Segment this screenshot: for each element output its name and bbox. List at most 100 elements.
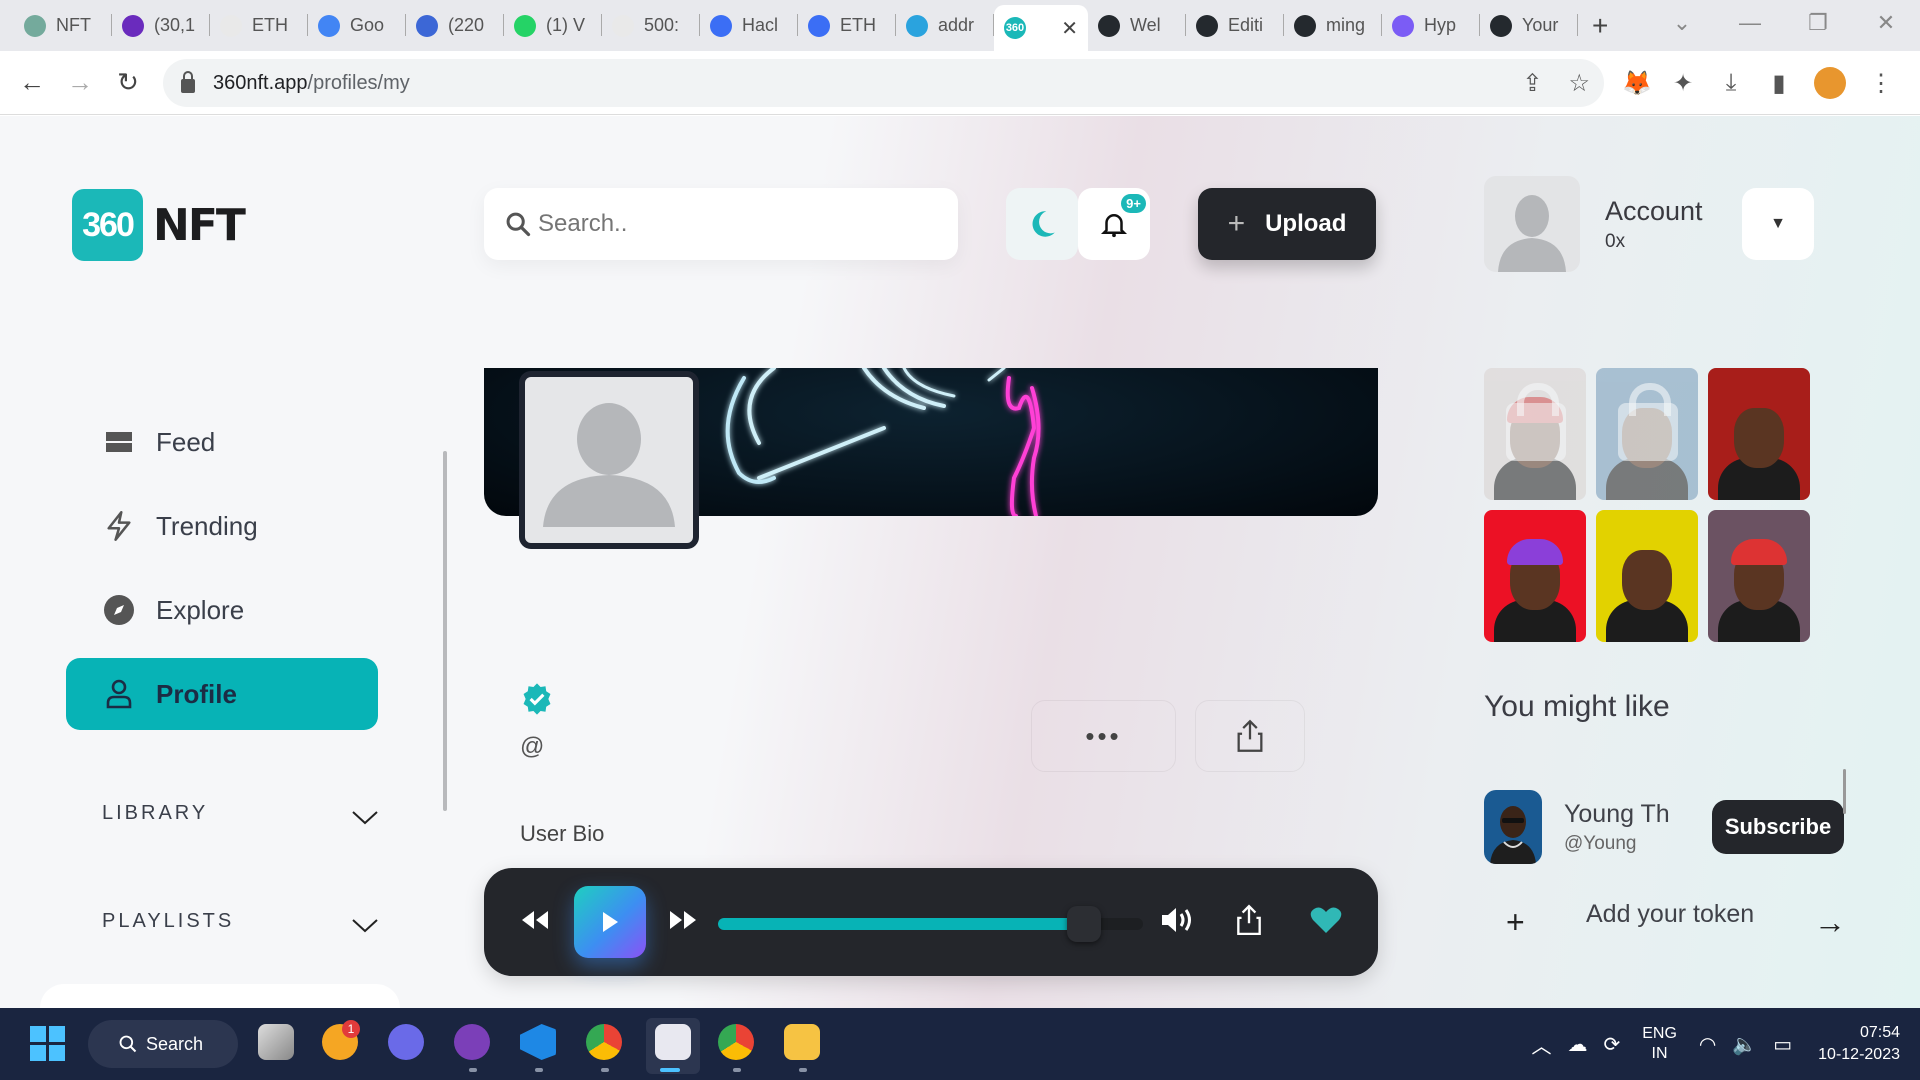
rewind-button[interactable] bbox=[520, 909, 550, 936]
nft-card[interactable] bbox=[1708, 368, 1810, 500]
tab-title: (1) V bbox=[546, 15, 586, 35]
browser-tab[interactable]: ming bbox=[1284, 0, 1382, 51]
playlists-expand-chevron[interactable] bbox=[352, 914, 378, 940]
browser-tab[interactable]: Hyp bbox=[1382, 0, 1480, 51]
battery-icon[interactable]: ▭ bbox=[1773, 1032, 1792, 1057]
task-view-icon[interactable] bbox=[258, 1024, 294, 1060]
subscribe-button[interactable]: Subscribe bbox=[1712, 800, 1844, 854]
browser-menu-icon[interactable]: ⋮ bbox=[1868, 69, 1894, 98]
close-window-button[interactable]: ✕ bbox=[1852, 10, 1920, 36]
fast-forward-button[interactable] bbox=[668, 909, 698, 936]
sync-icon[interactable]: ⟳ bbox=[1603, 1032, 1620, 1057]
wifi-icon[interactable]: ◠ bbox=[1699, 1032, 1716, 1057]
tab-search-icon[interactable]: ⌄ bbox=[1648, 10, 1716, 36]
new-tab-button[interactable]: + bbox=[1592, 10, 1608, 42]
suggestion-item[interactable]: Young Th @Young bbox=[1484, 790, 1670, 864]
profile-avatar[interactable] bbox=[519, 371, 699, 549]
taskbar-search-label: Search bbox=[146, 1033, 204, 1054]
share-page-icon[interactable]: ⇪ bbox=[1522, 69, 1542, 98]
player-share-button[interactable] bbox=[1236, 903, 1262, 941]
browser-tab[interactable]: ETH bbox=[210, 0, 308, 51]
sidebar-item-explore[interactable]: Explore bbox=[66, 574, 378, 646]
nft-card[interactable] bbox=[1708, 510, 1810, 642]
tab-title: 500: bbox=[644, 15, 680, 35]
browser-tab[interactable]: Goo bbox=[308, 0, 406, 51]
tray-overflow-icon[interactable]: ︿ bbox=[1531, 1030, 1551, 1059]
onedrive-icon[interactable]: ☁ bbox=[1567, 1032, 1587, 1057]
browser-tab[interactable]: NFT bbox=[14, 0, 112, 51]
language-indicator[interactable]: ENG IN bbox=[1642, 1024, 1677, 1064]
like-button[interactable] bbox=[1310, 906, 1342, 939]
speaker-icon[interactable]: 🔈 bbox=[1732, 1032, 1757, 1057]
github-desktop-icon[interactable] bbox=[454, 1024, 490, 1060]
browser-tab[interactable]: (30,1 bbox=[112, 0, 210, 51]
chrome-profile-1-icon[interactable] bbox=[586, 1024, 622, 1060]
browser-tab[interactable]: Your bbox=[1480, 0, 1578, 51]
eth-icon bbox=[220, 14, 242, 37]
bell-icon bbox=[1100, 214, 1128, 238]
mail-icon bbox=[122, 14, 144, 37]
browser-tab[interactable]: Hacl bbox=[700, 0, 798, 51]
nft-card-locked[interactable] bbox=[1484, 368, 1586, 500]
browser-tab[interactable]: addr bbox=[896, 0, 994, 51]
nft-card[interactable] bbox=[1484, 510, 1586, 642]
account-menu[interactable]: Account 0x bbox=[1484, 176, 1703, 272]
minimize-button[interactable]: — bbox=[1716, 10, 1784, 36]
reload-button[interactable]: ↻ bbox=[104, 67, 152, 98]
sidebar-scrollbar[interactable] bbox=[443, 451, 447, 811]
upload-button[interactable]: + Upload bbox=[1198, 188, 1376, 260]
play-button[interactable] bbox=[574, 886, 646, 958]
add-token-link[interactable]: + Add your token → bbox=[1506, 900, 1846, 941]
suggestion-handle: @Young bbox=[1564, 832, 1637, 854]
account-dropdown-button[interactable]: ▼ bbox=[1742, 188, 1814, 260]
sidebar-item-feed[interactable]: Feed bbox=[66, 406, 378, 478]
library-expand-chevron[interactable] bbox=[352, 806, 378, 832]
hyper-icon bbox=[1392, 14, 1414, 37]
suggestions-scrollbar[interactable] bbox=[1843, 769, 1846, 814]
browser-tab[interactable]: (1) V bbox=[504, 0, 602, 51]
running-indicator bbox=[535, 1068, 543, 1072]
github-icon bbox=[1098, 14, 1120, 37]
sidebar-item-trending[interactable]: Trending bbox=[66, 490, 378, 562]
meet-app-icon[interactable] bbox=[388, 1024, 424, 1060]
profile-more-button[interactable]: ••• bbox=[1031, 700, 1176, 772]
forward-button[interactable]: → bbox=[56, 67, 104, 98]
you-might-like-heading: You might like bbox=[1484, 690, 1670, 723]
chrome-profile-2-icon[interactable] bbox=[718, 1024, 754, 1060]
vscode-icon[interactable] bbox=[520, 1024, 556, 1060]
progress-thumb[interactable] bbox=[1066, 906, 1101, 942]
restore-button[interactable]: ❐ bbox=[1784, 10, 1852, 36]
url-input[interactable]: 360nft.app/profiles/my ⇪ ☆ bbox=[163, 59, 1604, 107]
snipping-tool-icon[interactable] bbox=[655, 1024, 691, 1060]
side-panel-icon[interactable]: ▮ bbox=[1766, 69, 1792, 98]
browser-tab[interactable]: Editi bbox=[1186, 0, 1284, 51]
metamask-extension-icon[interactable]: 🦊 bbox=[1622, 69, 1652, 98]
theme-toggle-button[interactable] bbox=[1006, 188, 1078, 260]
back-button[interactable]: ← bbox=[8, 67, 56, 98]
downloads-icon[interactable]: ⤓ bbox=[1718, 69, 1744, 97]
taskbar-search[interactable]: Search bbox=[88, 1020, 238, 1068]
nft-card[interactable] bbox=[1596, 510, 1698, 642]
profile-share-button[interactable] bbox=[1195, 700, 1305, 772]
profile-bio: User Bio bbox=[520, 821, 605, 846]
start-button[interactable] bbox=[30, 1026, 65, 1061]
sidebar-item-profile[interactable]: Profile bbox=[66, 658, 378, 730]
browser-profile-avatar[interactable] bbox=[1814, 67, 1846, 99]
extensions-puzzle-icon[interactable]: ✦ bbox=[1670, 69, 1696, 98]
close-tab-icon[interactable]: ✕ bbox=[1061, 16, 1078, 41]
progress-slider[interactable] bbox=[718, 906, 1143, 942]
logo[interactable]: 360 NFT bbox=[72, 189, 246, 261]
notifications-button[interactable]: 9+ bbox=[1078, 188, 1150, 260]
browser-tab[interactable]: (220 bbox=[406, 0, 504, 51]
browser-tab[interactable]: 360 ✕ bbox=[994, 5, 1088, 51]
browser-tab[interactable]: ETH bbox=[798, 0, 896, 51]
browser-tab[interactable]: Wel bbox=[1088, 0, 1186, 51]
bookmark-star-icon[interactable]: ☆ bbox=[1568, 69, 1590, 98]
search-input[interactable] bbox=[538, 210, 918, 238]
volume-button[interactable] bbox=[1160, 905, 1196, 940]
browser-tab[interactable]: 500: bbox=[602, 0, 700, 51]
nft-card-locked[interactable] bbox=[1596, 368, 1698, 500]
logo-mark: 360 bbox=[72, 189, 143, 261]
clock[interactable]: 07:54 10-12-2023 bbox=[1818, 1022, 1900, 1066]
file-explorer-icon[interactable] bbox=[784, 1024, 820, 1060]
